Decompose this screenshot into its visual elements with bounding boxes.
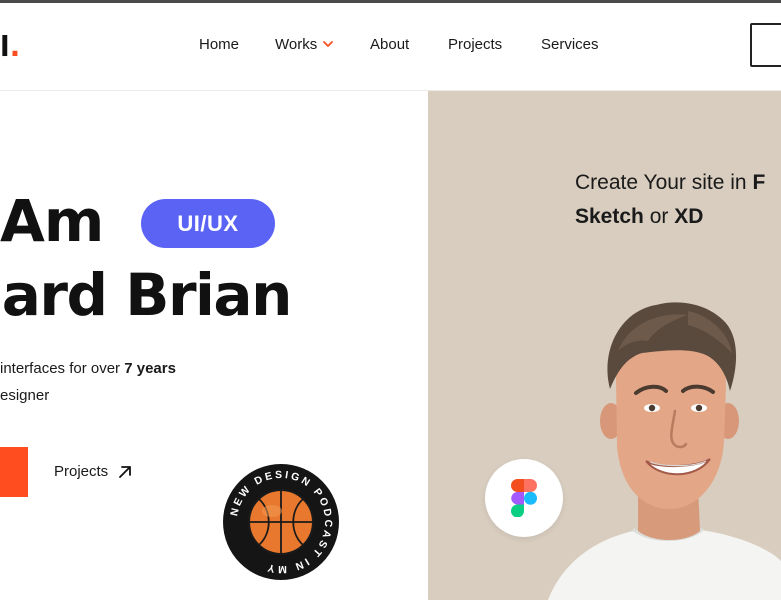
- nav-services[interactable]: Services: [541, 36, 599, 53]
- hero-heading-line1: Am: [0, 187, 104, 255]
- primary-cta-button[interactable]: [0, 447, 28, 497]
- hero-heading-line2: hard Brian: [0, 261, 292, 329]
- logo[interactable]: l.: [0, 33, 20, 61]
- nav-works[interactable]: Works: [275, 36, 334, 53]
- hero-subtitle-line2: esigner: [0, 387, 50, 404]
- portrait-photo: [548, 302, 781, 600]
- nav-about[interactable]: About: [370, 36, 409, 53]
- figma-badge: [485, 459, 563, 537]
- nav-projects-label: Projects: [448, 36, 503, 53]
- hero-image-panel: Create Your site in F Sketch or XD: [428, 91, 781, 600]
- logo-dot: .: [9, 30, 21, 63]
- panel-tagline-line1: Create Your site in F: [575, 171, 765, 195]
- arrow-up-right-icon: [119, 465, 132, 478]
- tagline-sketch: Sketch: [575, 205, 644, 228]
- nav-projects[interactable]: Projects: [448, 36, 502, 53]
- subtitle-years: 7 years: [124, 360, 176, 377]
- hero-subtitle-line1: interfaces for over 7 years: [0, 360, 176, 377]
- header-contact-button[interactable]: [750, 23, 781, 67]
- role-badge: UI/UX: [141, 199, 275, 248]
- nav-home[interactable]: Home: [199, 36, 239, 53]
- subtitle-text: interfaces for over: [0, 360, 125, 377]
- tagline-xd: XD: [674, 205, 704, 228]
- projects-link-label: Projects: [54, 463, 109, 480]
- nav-home-label: Home: [199, 36, 240, 53]
- basketball-icon: [248, 489, 314, 555]
- site-header: l. Home Works About Projects Services: [0, 3, 781, 91]
- nav-about-label: About: [370, 36, 410, 53]
- logo-text: l: [0, 30, 10, 63]
- tagline-or: or: [643, 205, 675, 228]
- nav-works-label: Works: [275, 36, 318, 53]
- podcast-badge[interactable]: NEW DESIGN PODCAST IN MY: [222, 463, 340, 581]
- projects-link[interactable]: Projects: [54, 463, 132, 480]
- panel-tagline-line2: Sketch or XD: [575, 205, 703, 229]
- tagline-tool: F: [752, 171, 766, 194]
- tagline-text: Create Your site in: [575, 171, 753, 194]
- chevron-down-icon: [323, 39, 334, 51]
- nav-services-label: Services: [541, 36, 599, 53]
- figma-icon: [511, 479, 537, 517]
